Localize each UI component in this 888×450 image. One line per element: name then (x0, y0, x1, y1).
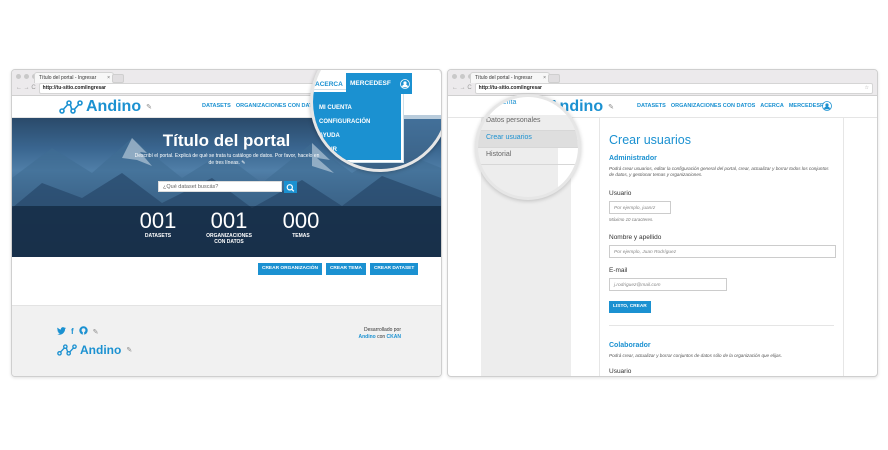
andino-link[interactable]: Andino (358, 334, 375, 340)
hero-desc-line-2: de tres líneas. ✎ (117, 160, 337, 167)
tab-close-icon[interactable]: × (543, 73, 546, 83)
menu-user[interactable]: MERCEDESF (789, 103, 824, 109)
crear-dataset-button[interactable]: CREAR DATASET (369, 263, 419, 275)
usuario-input[interactable]: Por ejemplo, juanrz (609, 201, 671, 214)
email-label: E-mail (609, 267, 628, 274)
browser-tab[interactable]: Título del portal - Ingresar × (470, 72, 550, 83)
github-icon[interactable] (78, 326, 88, 337)
crear-submit-button[interactable]: LISTO, CREAR (609, 301, 651, 313)
twitter-icon[interactable] (57, 326, 66, 337)
stat-temas[interactable]: 000 TEMAS (270, 208, 332, 240)
user-avatar-icon (400, 79, 410, 89)
stat-datasets[interactable]: 001 DATASETS (128, 208, 188, 240)
sidebar-heading-mi-cuenta[interactable]: Mi cuenta (486, 99, 516, 106)
tab-close-icon[interactable]: × (107, 73, 110, 83)
hero-description: Describí el portal. Explicá de qué se tr… (117, 153, 337, 167)
browser-tab[interactable]: Título del portal - Ingresar × (34, 72, 114, 83)
stat-label: TEMAS (292, 233, 310, 239)
stats-bar: 001 DATASETS 001 ORGANIZACIONES CON DATO… (12, 206, 441, 257)
user-menu-button[interactable]: MERCEDESF (346, 73, 412, 94)
stat-number: 000 (282, 208, 320, 233)
new-tab-button[interactable] (112, 74, 124, 83)
admin-role-title: Administrador (609, 155, 657, 162)
logo-text: Andino (86, 98, 142, 115)
page-title: Crear usuarios (609, 133, 691, 147)
footer-logo[interactable]: Andino ✎ (57, 343, 132, 357)
site-footer: f ✎ Andino ✎ Desarrollado por Andino con… (12, 305, 441, 376)
stat-number: 001 (210, 208, 248, 233)
usuario2-label: Usuario (609, 368, 632, 375)
dropdown-salir[interactable]: SALIR (319, 147, 337, 153)
browser-nav-icons[interactable]: ← → C (16, 84, 36, 93)
credit-con: con (377, 334, 386, 340)
edit-pencil-icon[interactable]: ✎ (126, 346, 132, 354)
site-logo[interactable]: Andino ✎ (59, 98, 152, 116)
ckan-link[interactable]: CKAN (387, 334, 401, 340)
stat-organizaciones[interactable]: 001 ORGANIZACIONES CON DATOS (198, 208, 260, 246)
edit-pencil-icon[interactable]: ✎ (93, 328, 99, 336)
stat-number: 001 (139, 208, 177, 233)
tab-title: Título del portal - Ingresar (475, 75, 533, 81)
collab-role-title: Colaborador (609, 342, 651, 349)
dropdown-mi-cuenta[interactable]: MI CUENTA (319, 105, 352, 111)
menu-organizaciones[interactable]: ORGANIZACIONES CON DATOS (671, 103, 755, 109)
browser-nav-icons[interactable]: ← → C (452, 84, 472, 93)
email-input[interactable]: j.rodriguez@mail.com (609, 278, 727, 291)
magnifier-user-menu: ACERCA MERCEDESF MI CUENTA CONFIGURACIÓN… (310, 70, 441, 172)
menu-acerca[interactable]: ACERCA (315, 81, 343, 88)
crear-organizacion-button[interactable]: CREAR ORGANIZACIÓN (258, 263, 322, 275)
social-links: f ✎ (57, 326, 99, 337)
edit-pencil-icon[interactable]: ✎ (241, 160, 245, 166)
edit-pencil-icon[interactable]: ✎ (146, 103, 152, 111)
dataset-search-input[interactable]: ¿Qué dataset buscás? (158, 181, 282, 192)
browser-chrome: Título del portal - Ingresar × ← → C htt… (448, 70, 877, 96)
browser-window-home: Título del portal - Ingresar × ← → C htt… (11, 69, 442, 377)
admin-role-description: Podrá crear usuarios, editar la configur… (609, 166, 829, 177)
credit-line-1: Desarrollado por (364, 327, 401, 333)
search-button[interactable] (284, 181, 297, 193)
magnifier-sidebar: Mi cuenta Datos personales Crear usuario… (475, 94, 581, 200)
sidebar-item-datos-personales[interactable]: Datos personales (486, 117, 540, 124)
usuario-hint: Máximo 10 caracteres. (609, 217, 654, 222)
hero-desc-line-2-text: de tres líneas. (208, 160, 240, 166)
edit-pencil-icon[interactable]: ✎ (608, 103, 614, 111)
tab-title: Título del portal - Ingresar (39, 75, 97, 81)
andino-logo-icon (59, 100, 83, 114)
sidebar-item-historial[interactable]: Historial (486, 151, 511, 158)
nombre-input[interactable]: Por ejemplo, Juan Rodríguez (609, 245, 836, 258)
dropdown-ayuda[interactable]: AYUDA (319, 133, 340, 139)
bookmark-star-icon[interactable]: ☆ (865, 84, 869, 93)
nombre-label: Nombre y apellido (609, 234, 662, 241)
content-panel: Crear usuarios Administrador Podrá crear… (599, 118, 844, 376)
collab-role-description: Podrá crear, actualizar y borrar conjunt… (609, 353, 783, 358)
main-menu: DATASETS ORGANIZACIONES CON DATOS ACERCA… (637, 103, 823, 109)
credit-line-2: Andino con CKAN (358, 334, 401, 341)
browser-window-crear-usuarios: Título del portal - Ingresar × ← → C htt… (447, 69, 878, 377)
stat-label: DATASETS (144, 233, 172, 239)
url-text: http://tu-sitio.com/ingresar (42, 85, 107, 91)
footer-logo-text: Andino (80, 343, 122, 357)
menu-datasets[interactable]: DATASETS (202, 103, 231, 109)
search-icon (286, 184, 295, 192)
dropdown-configuracion[interactable]: CONFIGURACIÓN (319, 119, 370, 125)
admin-actions: CREAR ORGANIZACIÓN CREAR TEMA CREAR DATA… (258, 263, 419, 275)
crear-tema-button[interactable]: CREAR TEMA (325, 263, 366, 275)
url-text: http://tu-sitio.com/ingresar (478, 85, 543, 91)
address-bar[interactable]: http://tu-sitio.com/ingresar ☆ (474, 83, 873, 94)
footer-credit: Desarrollado por Andino con CKAN (358, 327, 401, 341)
main-menu: DATASETS ORGANIZACIONES CON DATOS (202, 103, 320, 109)
facebook-icon[interactable]: f (71, 327, 74, 336)
usuario-label: Usuario (609, 190, 632, 197)
sidebar-item-crear-usuarios[interactable]: Crear usuarios (486, 134, 532, 141)
user-avatar-icon[interactable] (822, 101, 832, 111)
andino-logo-icon (57, 344, 77, 356)
menu-acerca[interactable]: ACERCA (760, 103, 784, 109)
menu-datasets[interactable]: DATASETS (637, 103, 666, 109)
new-tab-button[interactable] (548, 74, 560, 83)
hero-desc-line-1: Describí el portal. Explicá de qué se tr… (134, 153, 320, 159)
section-divider (609, 325, 834, 326)
menu-organizaciones[interactable]: ORGANIZACIONES CON DATOS (236, 103, 320, 109)
stat-label-2: CON DATOS (214, 239, 244, 245)
user-name: MERCEDESF (350, 80, 391, 87)
